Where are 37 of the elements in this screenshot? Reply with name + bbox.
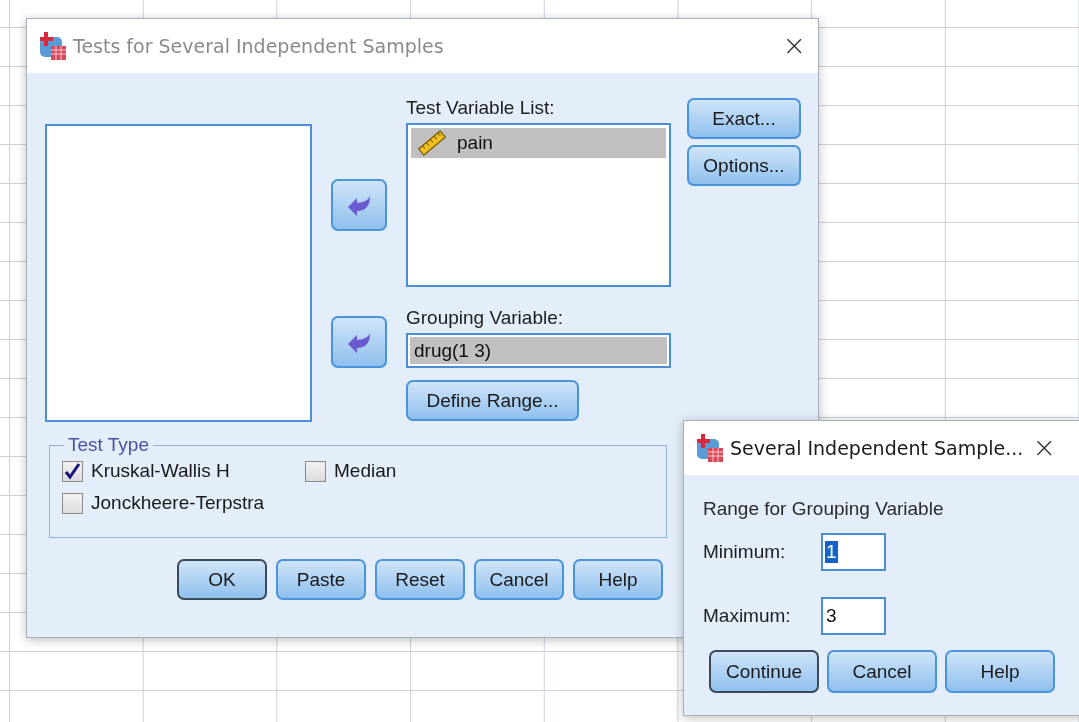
window-title: Several Independent Sample... bbox=[730, 437, 1025, 459]
dialog-button[interactable]: Cancel bbox=[827, 650, 937, 693]
check-icon bbox=[64, 462, 81, 480]
input-field[interactable]: 3 bbox=[821, 597, 886, 635]
define-range-button[interactable]: Define Range... bbox=[406, 380, 579, 421]
dialog-button[interactable]: Paste bbox=[276, 559, 366, 600]
section-heading: Range for Grouping Variable bbox=[703, 498, 945, 520]
field-label: Grouping Variable: bbox=[406, 307, 565, 329]
checkbox[interactable]: Median bbox=[305, 460, 654, 482]
dialog-button[interactable]: Options... bbox=[687, 145, 801, 186]
input-field[interactable]: 1 bbox=[821, 533, 886, 571]
dialog-button[interactable]: Help bbox=[945, 650, 1055, 693]
arrow-icon bbox=[346, 194, 372, 216]
arrow-icon bbox=[346, 331, 372, 353]
app-icon bbox=[39, 31, 67, 61]
list-item[interactable]: pain bbox=[411, 128, 666, 158]
test-variable-list[interactable]: pain bbox=[406, 123, 671, 287]
move-button[interactable] bbox=[331, 179, 387, 231]
move-button[interactable] bbox=[331, 316, 387, 368]
window-title: Tests for Several Independent Samples bbox=[73, 35, 445, 57]
dialog-button[interactable]: Reset bbox=[375, 559, 465, 600]
field-label: Minimum: bbox=[703, 541, 787, 563]
close-button[interactable]: × bbox=[782, 32, 806, 60]
dialog-button[interactable]: Help bbox=[573, 559, 663, 600]
field-label: Maximum: bbox=[703, 605, 792, 627]
variable-list[interactable] bbox=[45, 124, 312, 422]
checkbox[interactable]: Jonckheere-Terpstra bbox=[62, 492, 305, 514]
checkbox[interactable]: Kruskal-Wallis H bbox=[62, 460, 305, 482]
dialog-button[interactable]: OK bbox=[177, 559, 267, 600]
close-button[interactable]: × bbox=[1032, 434, 1056, 462]
dialog-button[interactable]: Cancel bbox=[474, 559, 564, 600]
dialog-button[interactable]: Continue bbox=[709, 650, 819, 693]
app-icon bbox=[696, 433, 724, 463]
group-legend: Test Type bbox=[64, 434, 153, 456]
dialog-button[interactable]: Exact... bbox=[687, 98, 801, 139]
grouping-field[interactable]: drug(1 3) bbox=[406, 333, 671, 368]
list-label: Test Variable List: bbox=[406, 97, 556, 119]
